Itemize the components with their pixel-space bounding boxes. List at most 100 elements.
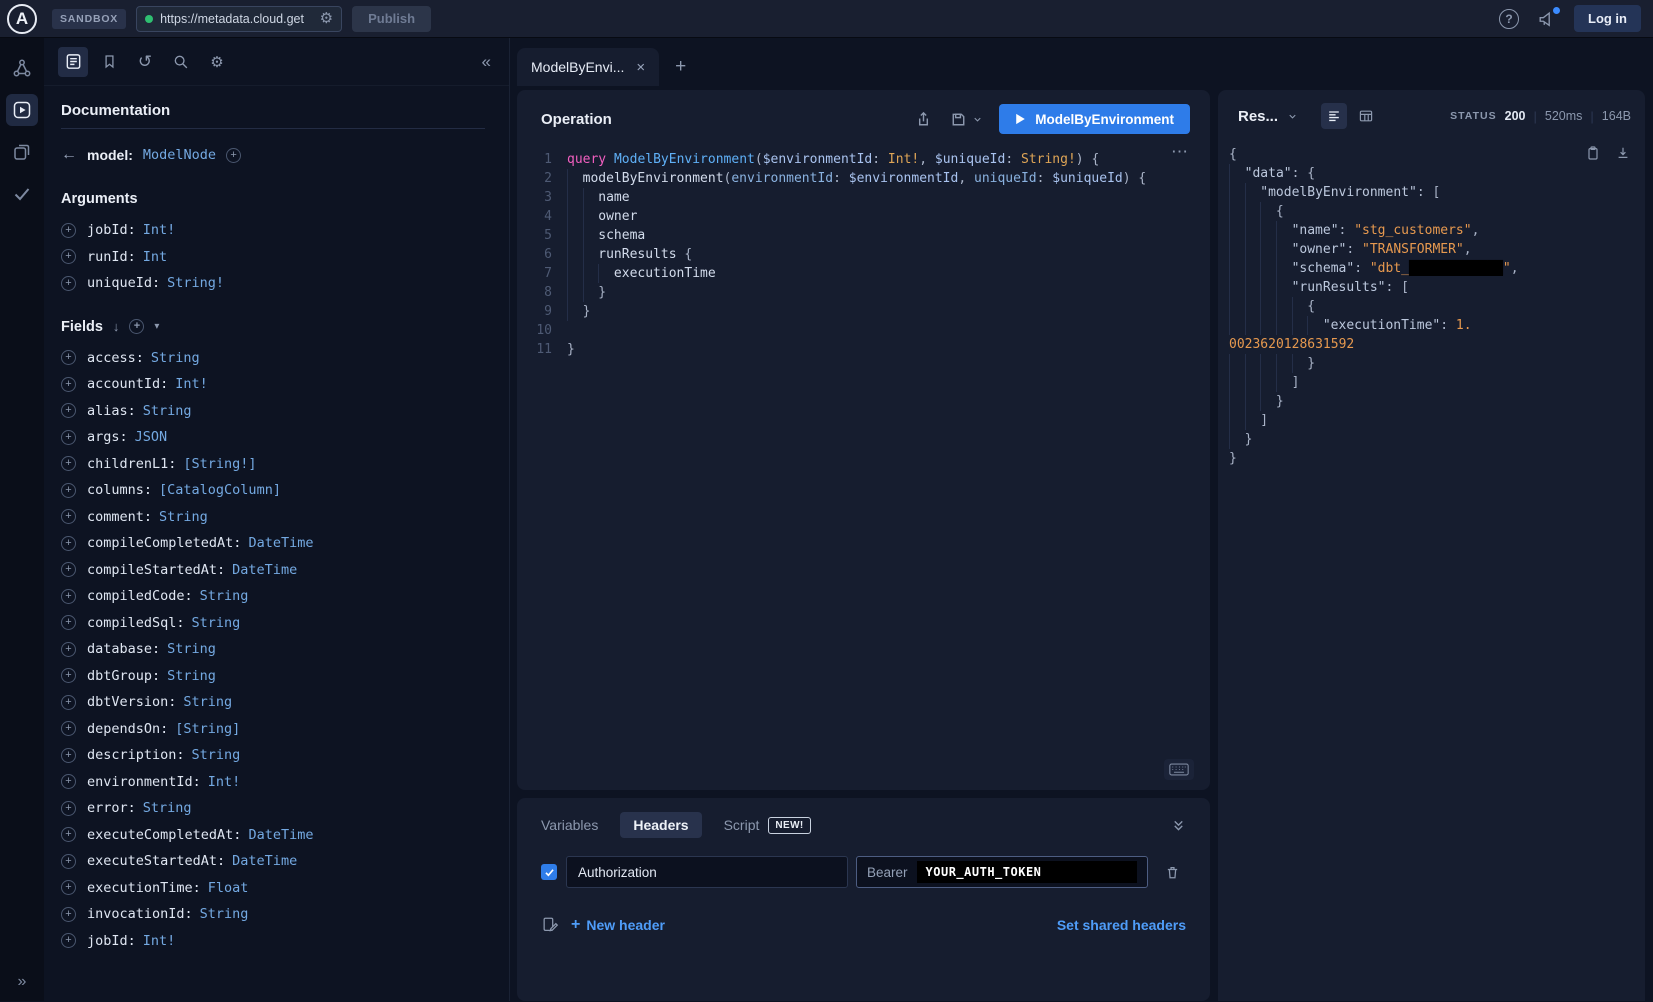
field-row[interactable]: +comment:String [61, 504, 485, 531]
save-operation-button[interactable] [949, 110, 983, 129]
tab-headers[interactable]: Headers [620, 812, 701, 838]
checks-icon[interactable] [6, 178, 38, 210]
add-field-icon[interactable]: + [61, 774, 76, 789]
publish-button[interactable]: Publish [352, 6, 431, 32]
field-type[interactable]: Int! [143, 933, 176, 949]
field-row[interactable]: +executionTime:Float [61, 875, 485, 902]
chevron-down-icon[interactable]: ▾ [154, 321, 159, 332]
field-row[interactable]: +childrenL1:[String!] [61, 451, 485, 478]
header-enabled-checkbox[interactable] [541, 864, 557, 880]
field-row[interactable]: +args:JSON [61, 424, 485, 451]
field-type[interactable]: String [159, 509, 208, 525]
field-type[interactable]: String! [167, 275, 224, 291]
add-field-icon[interactable]: + [61, 249, 76, 264]
code-line[interactable]: 7 executionTime [527, 264, 1210, 283]
field-row[interactable]: +jobId:Int! [61, 928, 485, 955]
graphql-editor[interactable]: 1query ModelByEnvironment($environmentId… [517, 144, 1210, 790]
field-row[interactable]: +database:String [61, 636, 485, 663]
add-field-icon[interactable]: + [61, 827, 76, 842]
add-field-icon[interactable]: + [61, 615, 76, 630]
field-row[interactable]: +columns:[CatalogColumn] [61, 477, 485, 504]
add-field-icon[interactable]: + [61, 276, 76, 291]
code-line[interactable]: 8 } [527, 283, 1210, 302]
explorer-icon[interactable] [6, 94, 38, 126]
argument-row[interactable]: +runId:Int [61, 244, 485, 271]
add-field-icon[interactable]: + [61, 536, 76, 551]
search-icon[interactable] [166, 47, 196, 77]
field-row[interactable]: +dbtVersion:String [61, 689, 485, 716]
close-tab-icon[interactable]: × [636, 59, 645, 76]
tab-script[interactable]: Script NEW! [724, 817, 811, 834]
field-type[interactable]: DateTime [232, 853, 297, 869]
add-field-icon[interactable]: + [61, 377, 76, 392]
delete-header-icon[interactable] [1164, 864, 1181, 881]
tab-modelbyenvironment[interactable]: ModelByEnvi... × [517, 48, 659, 86]
collapse-docs-icon[interactable]: « [482, 52, 491, 72]
set-shared-headers-link[interactable]: Set shared headers [1057, 917, 1186, 933]
add-fields-icon[interactable]: + [129, 319, 144, 334]
field-row[interactable]: +alias:String [61, 398, 485, 425]
apollo-logo[interactable]: A [0, 4, 44, 34]
add-field-icon[interactable]: + [61, 801, 76, 816]
field-row[interactable]: +dbtGroup:String [61, 663, 485, 690]
code-line[interactable]: 9 } [527, 302, 1210, 321]
add-field-icon[interactable]: + [61, 668, 76, 683]
table-view-icon[interactable] [1353, 103, 1379, 129]
field-row[interactable]: +compiledCode:String [61, 583, 485, 610]
field-type[interactable]: Int! [143, 222, 176, 238]
connection-settings-icon[interactable]: ⚙ [320, 11, 333, 26]
add-field-icon[interactable]: + [61, 562, 76, 577]
field-type[interactable]: String [143, 800, 192, 816]
code-line[interactable]: 6 runResults { [527, 245, 1210, 264]
add-field-icon[interactable]: + [61, 933, 76, 948]
field-type[interactable]: [String] [175, 721, 240, 737]
field-type[interactable]: String [167, 641, 216, 657]
copy-response-icon[interactable] [1585, 145, 1601, 161]
field-type[interactable]: String [143, 403, 192, 419]
history-icon[interactable]: ↺ [130, 47, 160, 77]
add-field-icon[interactable]: + [61, 430, 76, 445]
add-all-fields-icon[interactable]: + [226, 148, 241, 163]
login-button[interactable]: Log in [1574, 5, 1641, 32]
endpoint-input[interactable]: https://metadata.cloud.get ⚙ [136, 6, 342, 32]
add-field-icon[interactable]: + [61, 589, 76, 604]
add-field-icon[interactable]: + [61, 483, 76, 498]
add-field-icon[interactable]: + [61, 907, 76, 922]
field-row[interactable]: +accountId:Int! [61, 371, 485, 398]
field-type[interactable]: String [167, 668, 216, 684]
add-field-icon[interactable]: + [61, 350, 76, 365]
field-type[interactable]: DateTime [232, 562, 297, 578]
code-line[interactable]: 11} [527, 340, 1210, 359]
tab-variables[interactable]: Variables [541, 817, 598, 833]
new-tab-button[interactable]: + [667, 56, 694, 78]
field-row[interactable]: +compileCompletedAt:DateTime [61, 530, 485, 557]
download-response-icon[interactable] [1615, 145, 1631, 161]
expand-rail-icon[interactable]: » [18, 973, 27, 1001]
field-type[interactable]: [CatalogColumn] [159, 482, 281, 498]
field-row[interactable]: +description:String [61, 742, 485, 769]
code-line[interactable]: 4 owner [527, 207, 1210, 226]
field-row[interactable]: +executeCompletedAt:DateTime [61, 822, 485, 849]
field-type[interactable]: String [200, 906, 249, 922]
back-icon[interactable]: ← [61, 146, 77, 164]
add-field-icon[interactable]: + [61, 721, 76, 736]
field-type[interactable]: Int! [208, 774, 241, 790]
field-type[interactable]: DateTime [248, 535, 313, 551]
code-line[interactable]: 10 [527, 321, 1210, 340]
add-field-icon[interactable]: + [61, 880, 76, 895]
run-operation-button[interactable]: ModelByEnvironment [999, 104, 1190, 134]
response-title[interactable]: Res... [1238, 108, 1278, 125]
header-key-input[interactable]: Authorization [566, 856, 848, 888]
add-field-icon[interactable]: + [61, 748, 76, 763]
field-type[interactable]: [String!] [183, 456, 256, 472]
sort-fields-icon[interactable]: ↓ [113, 319, 120, 334]
add-field-icon[interactable]: + [61, 695, 76, 710]
field-type[interactable]: String [183, 694, 232, 710]
field-row[interactable]: +dependsOn:[String] [61, 716, 485, 743]
field-type[interactable]: String [151, 350, 200, 366]
code-line[interactable]: 1query ModelByEnvironment($environmentId… [527, 150, 1210, 169]
keyboard-shortcuts-icon[interactable] [1164, 759, 1194, 780]
chevron-down-icon[interactable] [1287, 111, 1298, 122]
argument-row[interactable]: +jobId:Int! [61, 217, 485, 244]
field-type[interactable]: String [192, 747, 241, 763]
